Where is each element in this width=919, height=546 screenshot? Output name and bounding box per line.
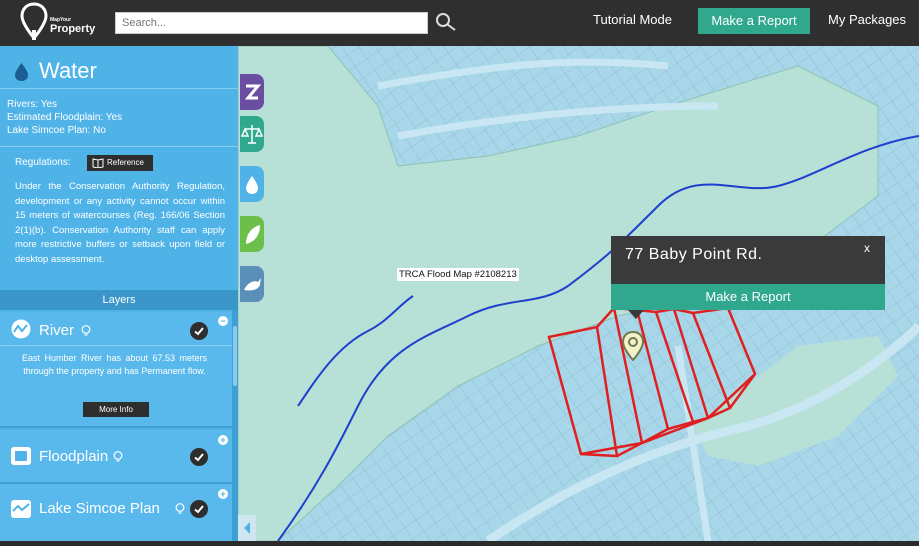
check-icon xyxy=(194,327,204,336)
scrollbar-thumb[interactable] xyxy=(233,326,237,386)
zoning-tab[interactable] xyxy=(240,74,264,110)
reference-button[interactable]: Reference xyxy=(87,155,153,171)
flood-map-label: TRCA Flood Map #2108213 xyxy=(397,268,519,281)
collapse-toggle[interactable]: − xyxy=(218,316,228,326)
address-popup: 77 Baby Point Rd. x Make a Report xyxy=(611,236,885,319)
divider xyxy=(0,426,232,428)
layer-visible-checkbox[interactable] xyxy=(190,448,208,466)
wildlife-icon xyxy=(244,278,261,291)
water-panel: Water Rivers: Yes Estimated Floodplain: … xyxy=(0,46,238,541)
lake-icon xyxy=(11,500,31,518)
bulb-icon[interactable] xyxy=(113,451,123,463)
layer-visible-checkbox[interactable] xyxy=(190,322,208,340)
reference-button-label: Reference xyxy=(107,158,144,167)
search-input[interactable] xyxy=(115,12,428,34)
layer-name: Floodplain xyxy=(39,448,109,465)
layer-name: River xyxy=(39,322,75,339)
tutorial-mode-link[interactable]: Tutorial Mode xyxy=(593,12,672,27)
wildlife-tab[interactable] xyxy=(240,266,264,302)
water-facts: Rivers: Yes Estimated Floodplain: Yes La… xyxy=(7,98,122,137)
regulations-label: Regulations: xyxy=(15,157,71,168)
category-tabs xyxy=(238,46,264,541)
water-tab[interactable] xyxy=(240,166,264,202)
close-icon[interactable]: x xyxy=(864,241,870,255)
bulb-icon[interactable] xyxy=(175,503,185,515)
popup-pointer xyxy=(628,310,644,319)
popup-make-report-button[interactable]: Make a Report xyxy=(611,284,885,310)
regulations-text: Under the Conservation Authority Regulat… xyxy=(15,181,225,265)
floodplain-icon xyxy=(11,447,31,465)
collapse-sidebar-button[interactable] xyxy=(238,515,256,541)
layer-lake-simcoe: Lake Simcoe Plan + xyxy=(0,484,232,541)
expand-toggle[interactable]: + xyxy=(218,489,228,499)
check-icon xyxy=(194,505,204,514)
zoning-icon xyxy=(244,84,262,100)
environment-tab[interactable] xyxy=(240,216,264,252)
expand-toggle[interactable]: + xyxy=(218,435,228,445)
fact-floodplain: Estimated Floodplain: Yes xyxy=(7,112,123,123)
panel-title-text: Water xyxy=(39,58,97,83)
layers-heading: Layers xyxy=(0,290,238,310)
water-drop-icon xyxy=(15,63,28,82)
leaf-icon xyxy=(246,225,260,244)
book-icon xyxy=(92,158,104,168)
bulb-icon[interactable] xyxy=(81,325,91,337)
layer-name: Lake Simcoe Plan xyxy=(39,500,160,517)
logo-pin-icon xyxy=(20,2,48,41)
divider xyxy=(0,146,238,147)
logo[interactable]: MapYour Property xyxy=(20,2,100,42)
river-description: East Humber River has about 67.53 meters… xyxy=(22,353,207,376)
popup-address: 77 Baby Point Rd. xyxy=(625,246,763,263)
fact-rivers: Rivers: Yes xyxy=(7,99,58,110)
logo-text-bottom: Property xyxy=(50,23,96,35)
top-bar: MapYour Property Tutorial Mode Make a Re… xyxy=(0,0,919,46)
my-packages-link[interactable]: My Packages xyxy=(828,12,906,27)
legal-tab[interactable] xyxy=(240,116,264,152)
divider xyxy=(0,88,238,89)
search-icon[interactable] xyxy=(435,12,457,34)
panel-title: Water xyxy=(14,58,97,84)
divider xyxy=(0,345,232,346)
layer-river: River − East Humber River has about 67.5… xyxy=(0,312,232,426)
make-report-button[interactable]: Make a Report xyxy=(698,8,810,34)
scales-icon xyxy=(240,125,264,144)
layer-visible-checkbox[interactable] xyxy=(190,500,208,518)
fact-lake-simcoe: Lake Simcoe Plan: No xyxy=(7,125,106,136)
popup-header: 77 Baby Point Rd. x xyxy=(611,236,885,284)
more-info-button[interactable]: More Info xyxy=(83,402,149,417)
map-marker-icon[interactable] xyxy=(621,330,649,364)
layer-floodplain: Floodplain + xyxy=(0,430,232,482)
river-icon xyxy=(11,319,31,339)
water-drop-icon xyxy=(246,176,258,194)
check-icon xyxy=(194,453,204,462)
chevron-left-icon xyxy=(244,522,250,534)
